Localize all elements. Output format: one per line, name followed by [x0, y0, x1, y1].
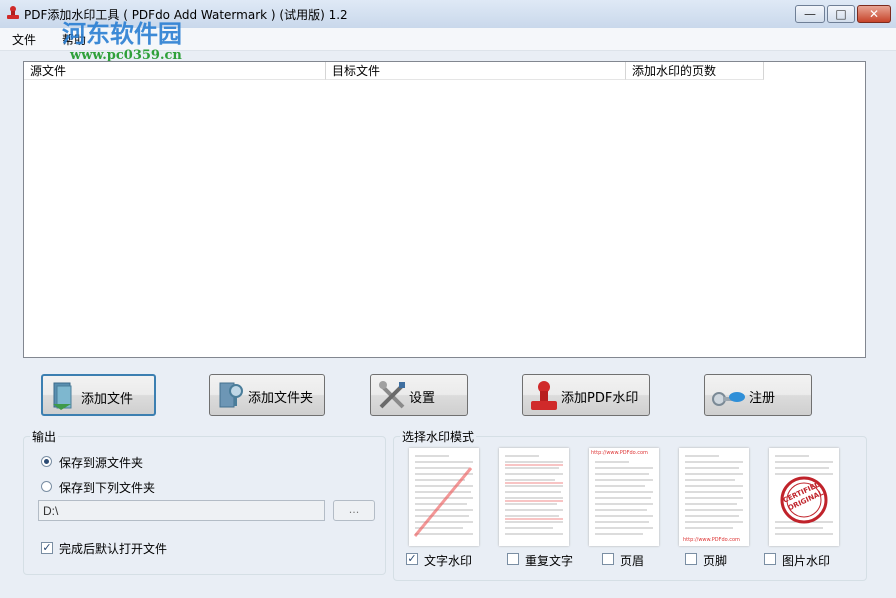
open-after-checkbox[interactable]: ✓: [41, 542, 53, 554]
menu-file[interactable]: 文件: [12, 31, 36, 48]
add-pdf-watermark-label: 添加PDF水印: [561, 391, 639, 406]
save-to-source-label[interactable]: 保存到源文件夹: [59, 454, 143, 471]
save-to-source-radio[interactable]: [41, 456, 52, 467]
file-list-table[interactable]: 源文件 目标文件 添加水印的页数: [23, 61, 866, 358]
stamp-icon: [531, 381, 557, 410]
close-button[interactable]: ✕: [857, 5, 891, 23]
site-watermark-logo: 河东软件园: [62, 19, 182, 48]
open-after-label[interactable]: 完成后默认打开文件: [59, 540, 167, 557]
header-label[interactable]: 页眉: [620, 552, 644, 569]
key-icon: [712, 392, 745, 406]
register-button[interactable]: 注册: [704, 374, 812, 416]
add-file-label: 添加文件: [81, 392, 134, 407]
stamp-app-icon: [7, 6, 19, 19]
column-header-target[interactable]: 目标文件: [326, 62, 626, 80]
footer-preview-icon: [685, 455, 743, 529]
thumb-footer-url: http://www.PDFdo.com: [683, 537, 740, 543]
thumb-footer[interactable]: http://www.PDFdo.com: [679, 448, 749, 546]
thumb-image-watermark[interactable]: CERTIFIED ORIGINAL: [769, 448, 839, 546]
footer-checkbox[interactable]: [685, 553, 697, 565]
footer-label[interactable]: 页脚: [703, 552, 727, 569]
save-to-folder-radio[interactable]: [41, 481, 52, 492]
thumb-header[interactable]: http://www.PDFdo.com: [589, 448, 659, 546]
register-label: 注册: [749, 391, 776, 406]
text-watermark-checkbox[interactable]: ✓: [406, 553, 418, 565]
add-folder-icon: [219, 382, 243, 408]
browse-button[interactable]: ...: [333, 500, 375, 521]
add-folder-label: 添加文件夹: [248, 391, 314, 406]
thumb-header-url: http://www.PDFdo.com: [591, 450, 648, 456]
output-group-title: 输出: [30, 428, 59, 445]
add-folder-button[interactable]: 添加文件夹: [209, 374, 325, 416]
column-header-source[interactable]: 源文件: [24, 62, 326, 80]
close-icon: ✕: [868, 7, 880, 21]
add-pdf-watermark-button[interactable]: 添加PDF水印: [522, 374, 650, 416]
tools-icon: [379, 381, 405, 409]
watermark-mode-title: 选择水印模式: [400, 428, 477, 445]
minimize-button[interactable]: —: [795, 5, 825, 23]
minimize-icon: —: [804, 7, 816, 21]
save-to-folder-label[interactable]: 保存到下列文件夹: [59, 479, 155, 496]
repeat-text-label[interactable]: 重复文字: [525, 552, 573, 569]
repeat-text-checkbox[interactable]: [507, 553, 519, 565]
text-watermark-label[interactable]: 文字水印: [424, 552, 472, 569]
thumb-text-watermark[interactable]: [409, 448, 479, 546]
image-watermark-label[interactable]: 图片水印: [782, 552, 830, 569]
output-path-input[interactable]: [38, 500, 325, 521]
add-file-button[interactable]: 添加文件: [41, 374, 156, 416]
header-preview-icon: [595, 461, 653, 535]
settings-button[interactable]: 设置: [370, 374, 468, 416]
header-checkbox[interactable]: [602, 553, 614, 565]
thumb-repeat-text[interactable]: [499, 448, 569, 546]
maximize-button[interactable]: □: [827, 5, 855, 23]
add-file-icon: [53, 382, 72, 410]
image-watermark-checkbox[interactable]: [764, 553, 776, 565]
text-watermark-preview-icon: [413, 455, 473, 537]
repeat-text-preview-icon: [505, 455, 563, 535]
settings-label: 设置: [409, 391, 436, 406]
column-header-pages[interactable]: 添加水印的页数: [626, 62, 764, 80]
maximize-icon: □: [835, 7, 847, 21]
